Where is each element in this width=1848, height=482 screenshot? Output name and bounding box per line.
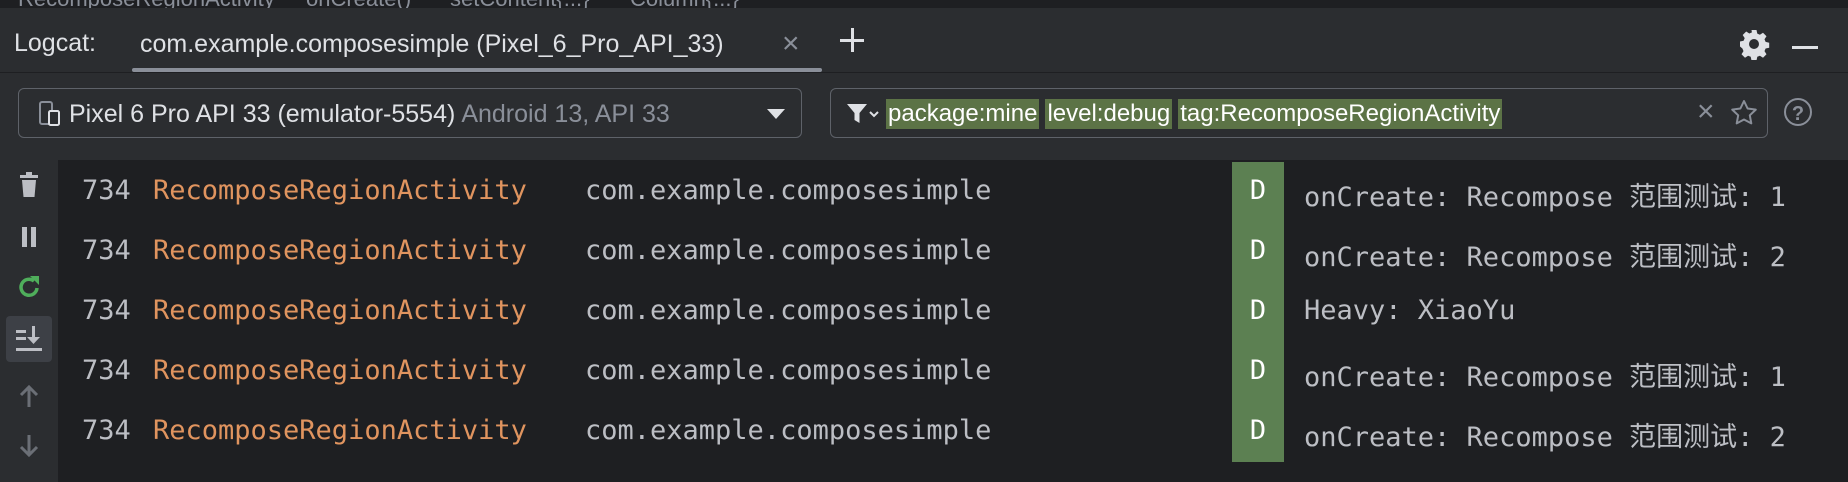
logcat-toolbar bbox=[0, 160, 58, 482]
log-row[interactable]: 734 RecomposeRegionActivity com.example.… bbox=[58, 222, 1848, 282]
log-level: D bbox=[1249, 355, 1267, 386]
logcat-tab-bar: Logcat: com.example.composesimple (Pixel… bbox=[0, 8, 1848, 73]
log-pid: 734 bbox=[82, 235, 131, 266]
log-tag: RecomposeRegionActivity bbox=[153, 175, 527, 206]
tool-window-title: Logcat: bbox=[14, 29, 97, 57]
log-output[interactable]: 734 RecomposeRegionActivity com.example.… bbox=[58, 160, 1848, 482]
star-icon[interactable] bbox=[1729, 98, 1759, 128]
filter-icon[interactable] bbox=[845, 101, 879, 127]
clear-icon[interactable]: × bbox=[1697, 95, 1715, 129]
log-pid: 734 bbox=[82, 175, 131, 206]
log-package: com.example.composesimple bbox=[585, 415, 992, 446]
log-level: D bbox=[1249, 235, 1267, 266]
logcat-filter-input[interactable]: package:mine level:debug tag:RecomposeRegi… bbox=[830, 88, 1768, 138]
pause-icon[interactable] bbox=[14, 222, 44, 252]
log-message: onCreate: Recompose 范围测试: 2 bbox=[1304, 242, 1786, 273]
log-row[interactable]: 734 RecomposeRegionActivity com.example.… bbox=[58, 342, 1848, 402]
log-package: com.example.composesimple bbox=[585, 355, 992, 386]
breadcrumb-item[interactable]: RecomposeRegionActivity bbox=[18, 0, 275, 8]
log-row[interactable]: 734 RecomposeRegionActivity com.example.… bbox=[58, 162, 1848, 222]
log-level: D bbox=[1249, 175, 1267, 206]
log-message: onCreate: Recompose 范围测试: 2 bbox=[1304, 422, 1786, 453]
log-tag: RecomposeRegionActivity bbox=[153, 355, 527, 386]
log-message: onCreate: Recompose 范围测试: 1 bbox=[1304, 362, 1786, 393]
breadcrumb: RecomposeRegionActivity onCreate() setCo… bbox=[0, 0, 1848, 8]
log-package: com.example.composesimple bbox=[585, 295, 992, 326]
filter-chip: package:mine bbox=[886, 99, 1040, 129]
log-pid: 734 bbox=[82, 295, 131, 326]
log-tag: RecomposeRegionActivity bbox=[153, 295, 527, 326]
log-message: onCreate: Recompose 范围测试: 1 bbox=[1304, 182, 1786, 213]
filter-chip: level:debug bbox=[1045, 99, 1173, 129]
minimize-icon[interactable] bbox=[1792, 46, 1818, 49]
tab-logcat-session[interactable]: com.example.composesimple (Pixel_6_Pro_A… bbox=[122, 16, 822, 72]
tab-label: com.example.composesimple (Pixel_6_Pro_A… bbox=[140, 30, 724, 58]
down-arrow-icon[interactable] bbox=[14, 430, 44, 460]
device-icon bbox=[39, 101, 60, 126]
log-row[interactable]: 734 RecomposeRegionActivity com.example.… bbox=[58, 282, 1848, 342]
plus-icon[interactable] bbox=[836, 24, 868, 56]
up-arrow-icon[interactable] bbox=[14, 382, 44, 412]
log-level-badge: D bbox=[1232, 342, 1284, 402]
log-level: D bbox=[1249, 415, 1267, 446]
scroll-to-end-icon bbox=[16, 326, 42, 351]
device-detail: Android 13, API 33 bbox=[461, 100, 670, 128]
log-level-badge: D bbox=[1232, 162, 1284, 222]
device-name: Pixel 6 Pro API 33 (emulator-5554) bbox=[69, 100, 456, 128]
log-pid: 734 bbox=[82, 355, 131, 386]
device-selector[interactable]: Pixel 6 Pro API 33 (emulator-5554) Androi… bbox=[18, 88, 802, 138]
log-tag: RecomposeRegionActivity bbox=[153, 235, 527, 266]
breadcrumb-item[interactable]: setContent{...} bbox=[450, 0, 589, 8]
log-pid: 734 bbox=[82, 415, 131, 446]
restart-icon[interactable] bbox=[14, 272, 44, 302]
breadcrumb-item[interactable]: Column{...} bbox=[630, 0, 739, 8]
log-message: Heavy: XiaoYu bbox=[1304, 295, 1516, 326]
filter-query[interactable]: package:mine level:debug tag:RecomposeRegi… bbox=[886, 99, 1508, 129]
help-icon[interactable]: ? bbox=[1784, 98, 1812, 126]
log-level: D bbox=[1249, 295, 1267, 326]
log-level-badge: D bbox=[1232, 222, 1284, 282]
log-package: com.example.composesimple bbox=[585, 235, 992, 266]
log-level-badge: D bbox=[1232, 402, 1284, 462]
filter-chip: tag:RecomposeRegionActivity bbox=[1178, 99, 1503, 129]
log-level-badge: D bbox=[1232, 282, 1284, 342]
trash-icon[interactable] bbox=[14, 170, 44, 200]
chevron-down-icon[interactable] bbox=[767, 109, 785, 119]
scroll-to-end-button[interactable] bbox=[6, 316, 52, 362]
close-icon[interactable]: × bbox=[782, 26, 800, 62]
gear-icon[interactable] bbox=[1738, 28, 1770, 60]
log-tag: RecomposeRegionActivity bbox=[153, 415, 527, 446]
log-row[interactable]: 734 RecomposeRegionActivity com.example.… bbox=[58, 402, 1848, 462]
breadcrumb-item[interactable]: onCreate() bbox=[306, 0, 411, 8]
tab-selected-indicator bbox=[132, 68, 822, 72]
log-package: com.example.composesimple bbox=[585, 175, 992, 206]
